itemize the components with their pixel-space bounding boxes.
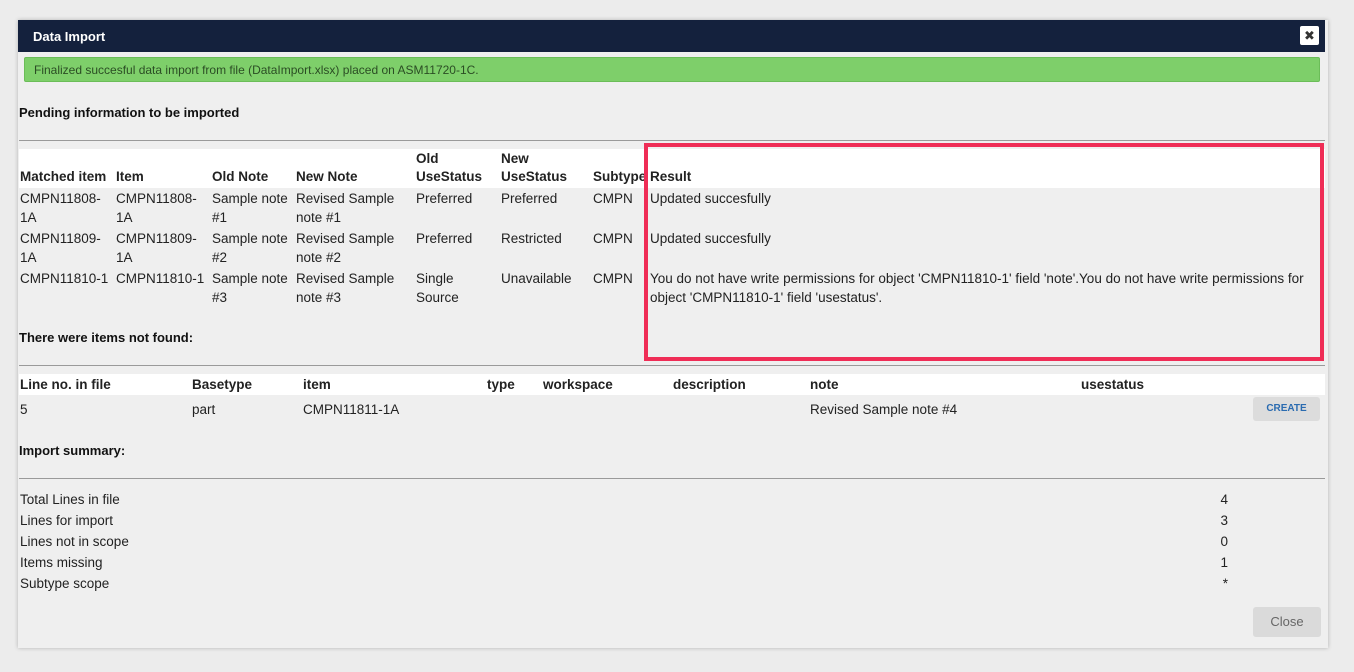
summary-row: Items missing 1 [20,552,1240,573]
table-cell: part [192,401,216,417]
pending-table: Matched item Item Old Note New Note Old … [19,149,1325,308]
summary-value: 4 [1220,492,1228,507]
table-cell: Sample note #3 [212,271,288,305]
table-cell: Revised Sample note #1 [296,191,395,225]
table-row: CMPN11810-1 CMPN11810-1 Sample note #3 R… [19,268,1325,308]
table-cell: Preferred [501,191,558,206]
table-cell: CMPN11810-1 [20,271,109,286]
divider [19,365,1325,366]
table-row: 5 part CMPN11811-1A Revised Sample note … [19,395,1325,423]
summary-row: Lines not in scope 0 [20,531,1240,552]
column-header: note [810,377,839,392]
column-header: item [303,377,331,392]
table-cell: Preferred [416,191,473,206]
dialog-title: Data Import [33,29,106,44]
summary-label: Items missing [20,555,103,570]
not-found-table: Line no. in file Basetype item type work… [19,374,1325,423]
divider [19,478,1325,479]
column-header: New UseStatus [501,151,568,184]
close-icon[interactable]: ✖ [1300,26,1319,45]
close-button[interactable]: Close [1253,607,1321,637]
table-cell [672,395,809,423]
column-header: Matched item [20,169,107,184]
column-header: Result [650,169,692,184]
pending-header-row: Matched item Item Old Note New Note Old … [19,149,1325,188]
summary-row: Total Lines in file 4 [20,489,1240,510]
table-cell: CMPN11811-1A [303,401,400,417]
table-cell: Revised Sample note #2 [296,231,395,265]
table-row: CMPN11808-1A CMPN11808-1A Sample note #1… [19,188,1325,228]
table-cell: Revised Sample note #4 [810,401,958,417]
dialog-titlebar: Data Import ✖ [18,20,1325,52]
summary-row: Lines for import 3 [20,510,1240,531]
column-header: Item [116,169,144,184]
not-found-section-title: There were items not found: [19,330,194,345]
column-header: workspace [543,377,613,392]
summary-value: 1 [1220,555,1228,570]
table-cell: 5 [20,401,28,417]
table-cell: CMPN [593,271,633,286]
table-cell [1080,395,1250,423]
result-cell: You do not have write permissions for ob… [650,271,1304,305]
table-cell: Preferred [416,231,473,246]
table-cell: CMPN [593,191,633,206]
action-cell: CREATE [1250,395,1325,423]
table-cell: Sample note #1 [212,191,288,225]
summary-value: 3 [1220,513,1228,528]
column-header: description [673,377,746,392]
divider [19,140,1325,141]
column-header: Old UseStatus [416,151,483,184]
success-banner: Finalized succesful data import from fil… [24,57,1320,82]
summary-label: Total Lines in file [20,492,120,507]
table-cell: Restricted [501,231,562,246]
summary-row: Subtype scope * [20,573,1240,594]
table-cell: Revised Sample note #3 [296,271,395,305]
summary-label: Subtype scope [20,576,110,591]
data-import-dialog: Data Import ✖ Finalized succesful data i… [18,20,1328,648]
summary-section-title: Import summary: [19,443,126,458]
summary-label: Lines for import [20,513,114,528]
column-header: Subtype [593,169,647,184]
table-cell: Single Source [416,271,459,305]
column-header: Line no. in file [20,377,111,392]
result-cell: Updated succesfully [650,231,771,246]
column-header: Old Note [212,169,269,184]
table-cell: CMPN11808-1A [116,191,197,225]
column-header: New Note [296,169,358,184]
result-cell: Updated succesfully [650,191,771,206]
table-cell: Sample note #2 [212,231,288,265]
import-summary: Total Lines in file 4 Lines for import 3… [20,489,1240,594]
summary-value: 0 [1220,534,1228,549]
table-row: CMPN11809-1A CMPN11809-1A Sample note #2… [19,228,1325,268]
column-header: Basetype [192,377,253,392]
table-cell: CMPN11810-1 [116,271,205,286]
summary-value: * [1222,576,1228,591]
table-cell: CMPN [593,231,633,246]
column-header: usestatus [1081,377,1145,392]
table-cell: CMPN11809-1A [20,231,101,265]
table-cell: CMPN11808-1A [20,191,101,225]
table-cell [542,395,672,423]
table-cell [486,395,542,423]
create-button[interactable]: CREATE [1253,397,1320,421]
table-cell: CMPN11809-1A [116,231,197,265]
table-cell: Unavailable [501,271,572,286]
action-column-header [1250,374,1325,395]
column-header: type [487,377,515,392]
summary-label: Lines not in scope [20,534,129,549]
pending-section-title: Pending information to be imported [19,105,240,120]
not-found-header-row: Line no. in file Basetype item type work… [19,374,1325,395]
